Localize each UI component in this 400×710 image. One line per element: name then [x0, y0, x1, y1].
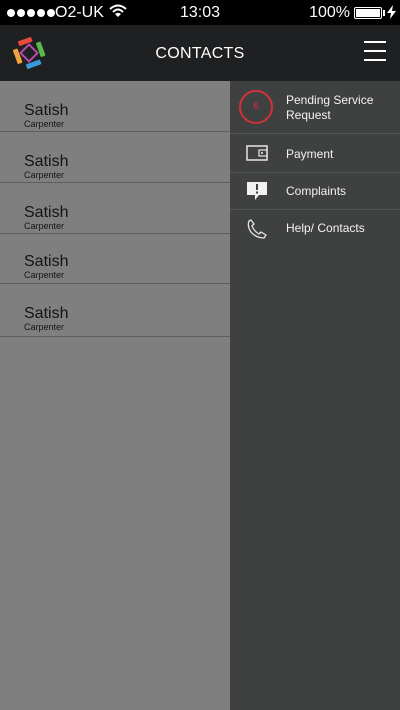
list-item[interactable]: Satish Carpenter [0, 234, 230, 284]
contact-role: Carpenter [24, 119, 65, 129]
contact-name: Satish [24, 204, 69, 221]
menu-line [364, 59, 386, 61]
app-header: CONTACTS [0, 25, 400, 81]
list-item[interactable]: Satish Carpenter [0, 81, 230, 132]
menu-line [364, 41, 386, 43]
status-bar: O2-UK 13:03 100% [0, 0, 400, 25]
pending-count-badge: 6 [239, 90, 273, 124]
menu-item-label: Help/ Contacts [286, 221, 365, 235]
hamburger-menu-button[interactable] [364, 41, 386, 61]
battery-tip [383, 10, 385, 16]
list-item[interactable]: Satish Carpenter [0, 183, 230, 234]
menu-item-pending-service-request[interactable]: 6 Pending Service Request [230, 81, 400, 134]
menu-item-payment[interactable]: Payment [230, 134, 400, 173]
contact-role: Carpenter [24, 322, 65, 332]
page-title: CONTACTS [155, 45, 245, 62]
contacts-list: Satish Carpenter Satish Carpenter Satish… [0, 81, 230, 710]
contact-role: Carpenter [24, 170, 65, 180]
menu-line [364, 50, 386, 52]
complaint-icon [246, 181, 268, 204]
contact-role: Carpenter [24, 270, 65, 280]
contact-name: Satish [24, 305, 69, 322]
menu-item-help-contacts[interactable]: Help/ Contacts [230, 210, 400, 249]
menu-item-label: Payment [286, 147, 334, 161]
contact-name: Satish [24, 153, 69, 170]
contact-role: Carpenter [24, 221, 65, 231]
contact-name: Satish [24, 102, 69, 119]
menu-item-label: Complaints [286, 184, 347, 198]
charging-icon [387, 5, 396, 24]
list-item[interactable]: Satish Carpenter [0, 284, 230, 337]
battery-icon [354, 7, 382, 19]
contact-name: Satish [24, 253, 69, 270]
battery-percent: 100% [309, 4, 350, 21]
side-menu: 6 Pending Service Request Payment Compla… [230, 81, 400, 710]
wallet-icon [246, 145, 268, 164]
menu-item-label: Pending Service Request [286, 93, 374, 122]
phone-icon [246, 218, 268, 243]
list-item[interactable]: Satish Carpenter [0, 132, 230, 183]
menu-item-complaints[interactable]: Complaints [230, 173, 400, 210]
